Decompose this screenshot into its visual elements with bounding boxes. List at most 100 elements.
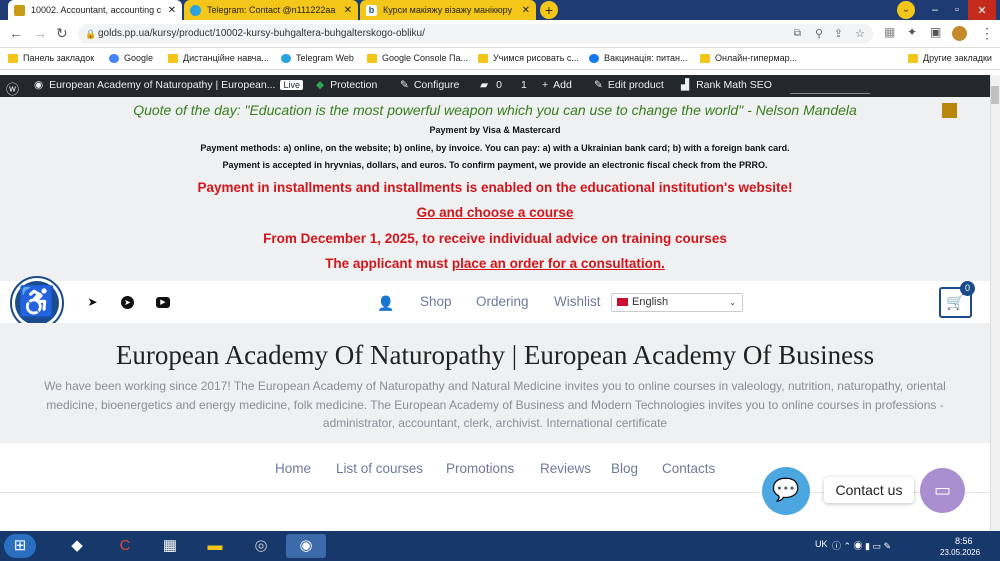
youtube-icon[interactable]: ▶: [156, 297, 170, 308]
back-arrow-icon[interactable]: ←: [9, 25, 23, 41]
brush-icon: ✎: [400, 79, 409, 91]
wp-rank-math[interactable]: ▟ Rank Math SEO: [681, 79, 772, 91]
clock-date: 23.05.2026: [940, 548, 981, 557]
bookmark-star-icon[interactable]: ☆: [855, 24, 865, 44]
share-icon[interactable]: ⇪: [834, 24, 843, 44]
language-indicator[interactable]: UK: [815, 539, 828, 549]
nav-list-of-courses[interactable]: List of courses: [336, 461, 423, 476]
installments-notice: Payment in installments and installments…: [197, 180, 793, 195]
accessibility-icon: ♿: [15, 281, 59, 325]
nav-home[interactable]: Home: [275, 461, 311, 476]
logo-thumbnail: [942, 103, 957, 118]
traffic-sparkline: [790, 80, 870, 94]
tab-active[interactable]: 10002. Accountant, accounting c ✕: [8, 0, 182, 20]
telegram-icon: [281, 53, 291, 63]
language-select[interactable]: English ⌄: [611, 293, 743, 312]
maximize-icon[interactable]: ▫: [946, 0, 968, 20]
wp-protection[interactable]: ◆ Protection: [316, 79, 377, 91]
nav-contacts[interactable]: Contacts: [662, 461, 715, 476]
bookmark-item[interactable]: Дистанційне навча...: [168, 53, 269, 63]
user-account-icon[interactable]: 👤: [377, 295, 394, 312]
zoom-icon[interactable]: ⚲: [815, 24, 823, 44]
chat-button[interactable]: 💬: [762, 467, 810, 515]
close-tab-icon[interactable]: ✕: [522, 5, 530, 16]
tab-courses[interactable]: b Курси макіяжу візажу манікюру ✕: [360, 0, 536, 20]
folder-icon: [908, 53, 918, 63]
folder-icon: [8, 53, 18, 63]
contact-us-button[interactable]: ▭: [920, 468, 965, 513]
media-player-icon[interactable]: ◎: [246, 534, 276, 558]
shield-icon: ◆: [316, 79, 325, 91]
ccleaner-icon[interactable]: C: [110, 534, 140, 558]
minimize-icon[interactable]: –: [924, 0, 946, 20]
sidepanel-icon[interactable]: ▣: [930, 25, 941, 39]
contact-us-label[interactable]: Contact us: [824, 477, 914, 503]
bookmark-item[interactable]: Учимся рисовать с...: [478, 53, 579, 63]
avatar[interactable]: [952, 26, 967, 41]
telegram-send-icon[interactable]: ➤: [86, 296, 99, 309]
more-menu-icon[interactable]: ⋮: [980, 25, 994, 42]
consultation-link[interactable]: place an order for a consultation.: [452, 256, 665, 271]
folder-icon: [168, 53, 178, 63]
profile-chevron-icon[interactable]: ⌄: [896, 0, 916, 20]
site-favicon-icon: [14, 4, 25, 16]
reload-icon[interactable]: ↻: [56, 25, 68, 42]
tray-icons[interactable]: ⓘ ⌃ ◉ ▮ ▭ ✎: [832, 539, 891, 552]
taskbar: ⊞ ◆ C ▦ ▬ ◎ ◉ UK ⓘ ⌃ ◉ ▮ ▭ ✎ 8:56 23.05.…: [0, 531, 1000, 561]
choose-course-link[interactable]: Go and choose a course: [417, 205, 574, 220]
telegram-icon[interactable]: ➤: [121, 296, 134, 309]
wp-site-link[interactable]: ◉ European Academy of Naturopathy | Europ…: [34, 79, 303, 91]
puzzle-extensions-icon[interactable]: ✦: [907, 25, 917, 39]
dropbox-icon[interactable]: ◆: [62, 534, 92, 558]
nav-reviews[interactable]: Reviews: [540, 461, 591, 476]
payment-methods: Payment methods: a) online, on the websi…: [200, 143, 790, 153]
nav-promotions[interactable]: Promotions: [446, 461, 514, 476]
wp-admin-bar: ⓦ ◉ European Academy of Naturopathy | Eur…: [0, 75, 1000, 97]
new-tab-button[interactable]: +: [540, 1, 558, 19]
quote-of-day: Quote of the day: "Education is the most…: [133, 102, 857, 118]
payment-heading: Payment by Visa & Mastercard: [429, 125, 561, 135]
payment-currencies: Payment is accepted in hryvnias, dollars…: [222, 160, 768, 170]
close-window-icon[interactable]: ✕: [968, 0, 996, 20]
file-explorer-icon[interactable]: ▬: [200, 534, 230, 558]
wp-add[interactable]: + Add: [542, 79, 572, 91]
chevron-down-icon: ⌄: [729, 298, 736, 307]
nav-blog[interactable]: Blog: [611, 461, 638, 476]
bookmark-item[interactable]: Telegram Web: [281, 53, 354, 63]
scrollbar-thumb[interactable]: [991, 86, 999, 104]
wp-edit-product[interactable]: ✎ Edit product: [594, 79, 664, 91]
forward-arrow-icon[interactable]: →: [33, 25, 47, 41]
wp-updates[interactable]: 1: [521, 79, 527, 91]
bookmark-item[interactable]: Вакцинація: питан...: [589, 53, 688, 63]
accessibility-button[interactable]: ♿: [10, 276, 64, 330]
wp-configure[interactable]: ✎ Configure: [400, 79, 459, 91]
translate-icon[interactable]: ⧉: [794, 24, 801, 44]
bookmark-item[interactable]: Google: [109, 53, 153, 63]
cart-count-badge: 0: [960, 281, 975, 296]
start-button[interactable]: ⊞: [4, 534, 36, 558]
menu-ordering[interactable]: Ordering: [476, 294, 529, 309]
scrollbar[interactable]: [990, 75, 1000, 531]
chrome-icon[interactable]: ◉: [286, 534, 326, 558]
telegram-favicon-icon: [190, 4, 201, 16]
folder-icon: [367, 53, 377, 63]
menu-shop[interactable]: Shop: [420, 294, 452, 309]
tab-title: Telegram: Contact @n111222aa: [207, 5, 336, 15]
bookmark-item[interactable]: Онлайн-гипермар...: [700, 53, 797, 63]
tab-telegram[interactable]: Telegram: Contact @n111222aa ✕: [184, 0, 358, 20]
bookmark-item[interactable]: Другие закладки: [908, 53, 992, 63]
site-title[interactable]: European Academy Of Naturopathy | Europe…: [0, 340, 990, 371]
wordpress-icon[interactable]: ⓦ: [6, 79, 19, 98]
cart-icon: 🛒: [946, 294, 965, 311]
pencil-icon: ✎: [594, 79, 603, 91]
calculator-icon[interactable]: ▦: [155, 534, 185, 558]
facebook-icon: [589, 53, 599, 63]
extension-icon[interactable]: ▦: [884, 25, 895, 39]
bookmark-item[interactable]: Панель закладок: [8, 53, 94, 63]
bookmark-item[interactable]: Google Console Па...: [367, 53, 468, 63]
menu-wishlist[interactable]: Wishlist: [554, 294, 601, 309]
close-tab-icon[interactable]: ✕: [168, 5, 176, 16]
wp-comments[interactable]: ▰ 0: [480, 79, 502, 91]
url-field[interactable]: 🔒 golds.pp.ua/kursy/product/10002-kursy-…: [78, 24, 873, 44]
close-tab-icon[interactable]: ✕: [344, 5, 352, 16]
